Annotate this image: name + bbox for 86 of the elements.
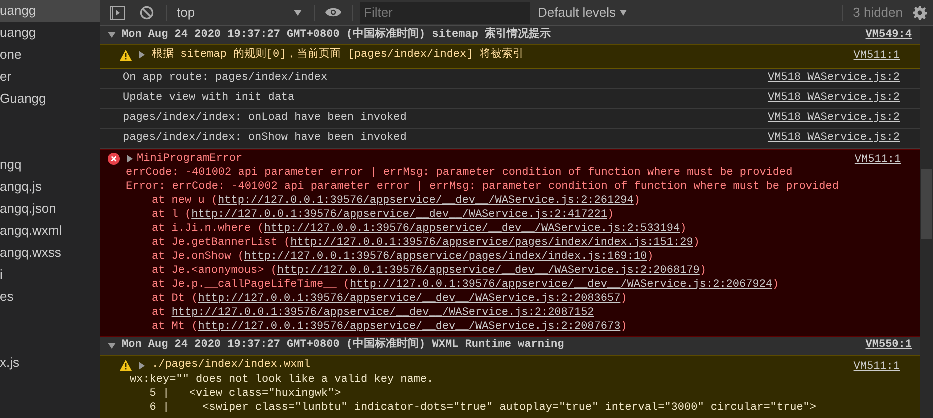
stack-paren: ) (772, 278, 780, 292)
group-title: Mon Aug 24 2020 19:37:27 GMT+0800 (中国标准时间) WXML Runtime warning (122, 337, 566, 354)
warning-icon (120, 360, 132, 371)
stack-link[interactable]: http://127.0.0.1:39576/appservice/__dev__/WAService.js:2:261294 (218, 194, 634, 208)
warning-text: ./pages/index/index.wxml (152, 358, 310, 374)
log-text: Update view with init data (123, 90, 296, 106)
collapse-triangle-icon[interactable] (108, 31, 116, 39)
error-text: errCode: -401002 api parameter error | errMsg: parameter condition of function where must be provided (126, 166, 794, 180)
warning-detail: 6 | <swiper class="lunbtu" indicator-dots="true" autoplay="true" interval="3000" circular="true"> (148, 400, 818, 414)
warning-text: 根据 sitemap 的规则[0]，当前页面 [pages/index/index] 将被索引 (152, 46, 524, 63)
file-item[interactable]: uangg (0, 22, 100, 44)
stack-link[interactable]: http://127.0.0.1:39576/appservice/__dev__/WAService.js:2:2087673 (198, 320, 621, 334)
file-item[interactable]: angq.wxss (0, 242, 100, 264)
settings-icon[interactable] (913, 6, 927, 20)
source-link[interactable]: VM518 WAService.js:2 (768, 90, 900, 106)
stack-frame: at Dt ( (152, 292, 198, 306)
stack-paren: ) (647, 250, 654, 264)
stack-frame: at Je.onShow ( (152, 250, 244, 264)
clear-icon[interactable] (140, 6, 154, 20)
file-item[interactable]: ngq (0, 154, 100, 176)
stack-frame: at Je.p.__callPageLifeTime__ ( (152, 278, 350, 292)
stack-frame: at Je.<anonymous> ( (152, 264, 278, 278)
file-item[interactable]: i (0, 264, 100, 286)
stack-frame: at i.Ji.n.where ( (152, 222, 264, 236)
warning-detail: 5 | <view class="huxingwk"> (148, 386, 342, 400)
error-title: MiniProgramError (137, 152, 243, 166)
file-item[interactable]: angq.wxml (0, 220, 100, 242)
expand-triangle-icon[interactable] (138, 51, 146, 59)
file-item[interactable]: angq.json (0, 198, 100, 220)
context-select[interactable]: top (167, 2, 302, 22)
group-header[interactable]: Mon Aug 24 2020 19:37:27 GMT+0800 (中国标准时间) WXML Runtime warning VM550:1 (100, 336, 920, 356)
dropdown-caret-icon (620, 10, 628, 16)
stack-frame: at (152, 306, 172, 320)
expand-triangle-icon[interactable] (138, 362, 146, 370)
sidebar-toggle-icon[interactable] (110, 6, 125, 20)
stack-paren: ) (620, 320, 628, 334)
group-title: Mon Aug 24 2020 19:37:27 GMT+0800 (中国标准时间) sitemap 索引情况提示 (122, 26, 552, 43)
stack-frame: at new u ( (152, 194, 218, 208)
source-link[interactable]: VM518 WAService.js:2 (768, 70, 900, 86)
expand-triangle-icon[interactable] (126, 154, 134, 162)
file-item[interactable]: x.js (0, 352, 100, 374)
stack-link[interactable]: http://127.0.0.1:39576/appservice/pages/index/index.js:169:10 (244, 250, 648, 264)
source-link[interactable]: VM511:1 (854, 152, 902, 168)
source-link[interactable]: VM518 WAService.js:2 (768, 130, 900, 146)
source-link[interactable]: VM511:1 (854, 358, 900, 375)
stack-frame: at Je.getBannerList ( (152, 236, 291, 250)
stack-paren: ) (620, 292, 628, 306)
source-link[interactable]: VM549:4 (866, 26, 912, 44)
file-item[interactable]: Guangg (0, 88, 100, 110)
warning-icon (120, 50, 132, 60)
scrollbar-thumb[interactable] (921, 169, 932, 239)
file-item[interactable]: angq.js (0, 176, 100, 198)
levels-dropdown[interactable]: Default levels (538, 2, 628, 22)
error-icon (108, 152, 120, 164)
stack-paren: ) (680, 222, 687, 236)
stack-frame: at Mt ( (152, 320, 198, 334)
file-item[interactable]: es (0, 286, 100, 308)
filter-field[interactable]: Filter (360, 2, 530, 24)
stack-link[interactable]: http://127.0.0.1:39576/appservice/__dev__/WAService.js:2:2067924 (350, 278, 773, 292)
file-item[interactable]: uangg (0, 0, 100, 22)
source-link[interactable]: VM550:1 (866, 337, 912, 354)
log-text: pages/index/index: onLoad have been invoked (123, 110, 408, 126)
source-link[interactable]: VM511:1 (854, 48, 900, 64)
stack-paren: ) (634, 194, 640, 208)
file-item[interactable]: one (0, 44, 100, 66)
log-text: pages/index/index: onShow have been invoked (123, 130, 408, 146)
error-text: Error: errCode: -401002 api parameter error | errMsg: parameter condition of function where must be provided (126, 180, 839, 194)
stack-paren: ) (693, 236, 700, 250)
source-link[interactable]: VM518 WAService.js:2 (768, 110, 900, 126)
stack-link[interactable]: http://127.0.0.1:39576/appservice/__dev__/WAService.js:2:417221 (192, 208, 608, 222)
stack-paren: ) (700, 264, 706, 278)
stack-link[interactable]: http://127.0.0.1:39576/appservice/__dev__/WAService.js:2:2068179 (277, 264, 700, 278)
stack-link[interactable]: http://127.0.0.1:39576/appservice/__dev__/WAService.js:2:2087152 (172, 306, 594, 320)
stack-link[interactable]: http://127.0.0.1:39576/appservice/pages/index/index.js:151:29 (290, 236, 694, 250)
dropdown-caret-icon (294, 10, 302, 16)
warning-detail: wx:key="" does not look like a valid key name. (129, 372, 435, 386)
hidden-count: 3 hidden (853, 4, 903, 22)
log-text: On app route: pages/index/index (123, 70, 329, 86)
stack-link[interactable]: http://127.0.0.1:39576/appservice/__dev__/WAService.js:2:533194 (264, 222, 680, 236)
stack-paren: ) (607, 208, 614, 222)
group-header[interactable]: Mon Aug 24 2020 19:37:27 GMT+0800 (中国标准时间) sitemap 索引情况提示 VM549:4 (100, 26, 920, 45)
stack-frame: at l ( (152, 208, 192, 222)
eye-icon[interactable] (325, 7, 342, 18)
stack-link[interactable]: http://127.0.0.1:39576/appservice/__dev__/WAService.js:2:2083657 (198, 292, 621, 306)
file-item[interactable]: er (0, 66, 100, 88)
collapse-triangle-icon[interactable] (108, 342, 116, 350)
